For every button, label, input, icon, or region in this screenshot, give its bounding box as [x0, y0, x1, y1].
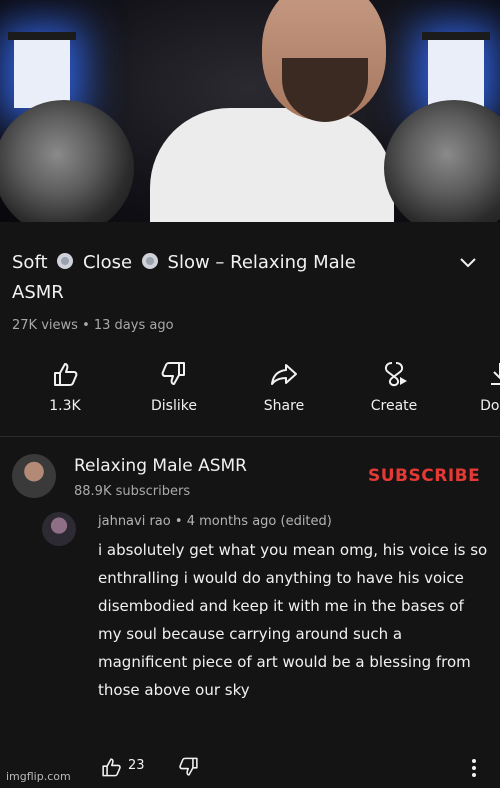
download-icon — [491, 363, 500, 385]
upload-age: 13 days ago — [93, 318, 174, 333]
comment-like-count: 23 — [128, 758, 145, 773]
comment-separator: • — [174, 514, 183, 529]
comment-age: 4 months ago (edited) — [186, 514, 332, 529]
share-button[interactable]: Share — [239, 360, 329, 420]
dislike-button[interactable]: Dislike — [129, 360, 219, 420]
microphone-left — [0, 100, 134, 222]
like-count: 1.3K — [49, 398, 81, 414]
download-button[interactable]: Down — [455, 360, 500, 420]
subscriber-count: 88.9K subscribers — [74, 484, 191, 499]
thumbs-up-icon[interactable] — [100, 756, 122, 778]
lamp-left — [8, 32, 76, 138]
video-meta: 27K views • 13 days ago — [12, 318, 174, 333]
video-player[interactable] — [0, 0, 500, 222]
create-icon — [384, 362, 407, 387]
microphone-right — [384, 100, 500, 222]
dot-icon — [57, 253, 74, 269]
watermark: imgflip.com — [6, 770, 71, 783]
channel-name[interactable]: Relaxing Male ASMR — [74, 456, 247, 476]
chevron-down-icon[interactable] — [458, 252, 478, 272]
thumbs-up-icon — [54, 363, 78, 386]
channel-avatar[interactable] — [12, 454, 56, 498]
dot-icon — [141, 253, 158, 269]
video-title: Soft Close Slow – Relaxing Male ASMR — [12, 252, 356, 303]
dislike-label: Dislike — [151, 398, 197, 414]
subscribe-button[interactable]: SUBSCRIBE — [368, 466, 480, 486]
channel-row: Relaxing Male ASMR 88.9K subscribers SUB… — [0, 454, 500, 514]
view-count: 27K views — [12, 318, 78, 333]
create-label: Create — [370, 398, 418, 414]
thumbs-down-icon — [161, 362, 185, 385]
create-button[interactable]: Create — [349, 360, 439, 420]
comment-header: jahnavi rao • 4 months ago (edited) — [98, 514, 332, 529]
person-shirt — [150, 108, 394, 222]
divider — [0, 436, 500, 437]
action-bar: 1.3K Dislike Share Create Down — [0, 360, 500, 430]
share-label: Share — [263, 398, 305, 414]
comment-actions: 23 — [0, 756, 500, 786]
like-button[interactable]: 1.3K — [20, 360, 110, 420]
comment-avatar[interactable] — [42, 512, 76, 546]
download-label: Down — [480, 398, 500, 414]
more-options-icon[interactable] — [462, 756, 486, 780]
lamp-right — [422, 32, 490, 138]
comment-author[interactable]: jahnavi rao — [98, 514, 171, 529]
share-icon — [271, 364, 297, 385]
thumbs-down-icon[interactable] — [178, 756, 200, 778]
meta-separator: • — [82, 318, 90, 333]
comment-text: i absolutely get what you mean omg, his … — [98, 541, 488, 699]
